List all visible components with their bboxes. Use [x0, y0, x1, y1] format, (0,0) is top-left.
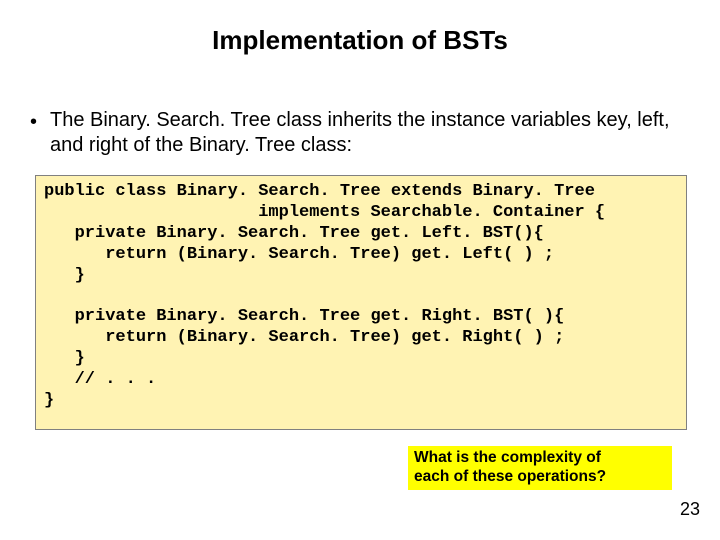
- bullet-block: • The Binary. Search. Tree class inherit…: [30, 108, 690, 158]
- bullet-item: • The Binary. Search. Tree class inherit…: [30, 108, 690, 158]
- code-line: implements Searchable. Container {: [44, 203, 605, 222]
- code-line: return (Binary. Search. Tree) get. Right…: [44, 328, 564, 347]
- bullet-dot-icon: •: [30, 108, 50, 135]
- complexity-callout: What is the complexity of each of these …: [408, 446, 672, 490]
- slide: Implementation of BSTs • The Binary. Sea…: [0, 0, 720, 540]
- code-line: private Binary. Search. Tree get. Right.…: [44, 307, 564, 326]
- code-line: // . . .: [44, 370, 156, 389]
- code-line: return (Binary. Search. Tree) get. Left(…: [44, 245, 554, 264]
- slide-title: Implementation of BSTs: [0, 25, 720, 56]
- code-line: }: [44, 391, 54, 410]
- page-number: 23: [680, 499, 700, 520]
- code-line: }: [44, 266, 85, 285]
- callout-line: What is the complexity of: [414, 449, 601, 466]
- code-line: }: [44, 349, 85, 368]
- code-line: private Binary. Search. Tree get. Left. …: [44, 224, 544, 243]
- bullet-text: The Binary. Search. Tree class inherits …: [50, 108, 690, 158]
- callout-line: each of these operations?: [414, 468, 606, 485]
- code-box: public class Binary. Search. Tree extend…: [35, 175, 687, 430]
- code-line: public class Binary. Search. Tree extend…: [44, 182, 595, 201]
